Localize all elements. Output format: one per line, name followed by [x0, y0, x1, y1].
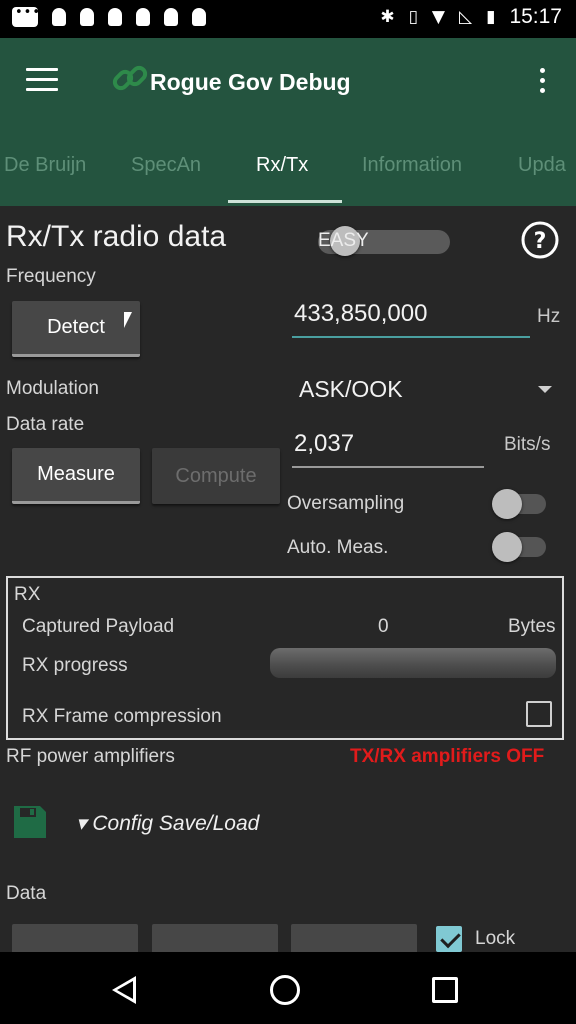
frequency-input-underline	[292, 336, 530, 338]
data-button-3[interactable]	[291, 924, 417, 952]
lock-notification-icon	[164, 8, 178, 26]
lock-notification-icon	[136, 8, 150, 26]
rx-tx-panel: Rx/Tx radio data EASY ? Frequency Detect…	[0, 206, 576, 952]
rf-amplifiers-status: TX/RX amplifiers OFF	[350, 746, 545, 767]
data-rate-input-underline	[292, 466, 484, 468]
tab-indicator	[228, 200, 342, 203]
battery-icon: ▮	[486, 7, 496, 27]
frequency-input[interactable]: 433,850,000	[294, 300, 427, 328]
wifi-icon: ▼	[431, 7, 445, 27]
back-icon[interactable]	[112, 976, 136, 1004]
data-button-2[interactable]	[152, 924, 278, 952]
mouse-pointer-icon	[124, 312, 132, 328]
page-title: Rx/Tx radio data	[6, 220, 227, 253]
data-button-1[interactable]	[12, 924, 138, 952]
overflow-menu-icon[interactable]	[540, 68, 546, 98]
lock-label: Lock	[475, 928, 516, 949]
status-bar: ✱ ▯ ▼ ◺ ▮ 15:17	[0, 0, 576, 38]
rx-frame-compression-checkbox[interactable]	[526, 701, 552, 727]
lock-checkbox[interactable]	[436, 926, 462, 952]
config-save-load-toggle[interactable]: ▾ Config Save/Load	[76, 811, 259, 836]
rx-frame-compression-label: RX Frame compression	[22, 706, 222, 727]
captured-payload-value: 0	[378, 616, 389, 637]
modulation-dropdown-arrow-icon[interactable]	[538, 386, 552, 393]
easy-switch-label: EASY	[318, 230, 369, 251]
lock-notification-icon	[108, 8, 122, 26]
app-logo-icon	[112, 65, 148, 91]
tab-de-bruijn[interactable]: De Bruijn	[4, 154, 86, 177]
tab-information[interactable]: Information	[362, 154, 462, 177]
tab-rx-tx[interactable]: Rx/Tx	[256, 154, 308, 177]
frequency-label: Frequency	[6, 266, 96, 287]
vibrate-icon: ▯	[408, 7, 418, 27]
data-section-label: Data	[6, 883, 47, 904]
modulation-label: Modulation	[6, 378, 99, 399]
data-rate-label: Data rate	[6, 414, 85, 435]
home-icon[interactable]	[270, 975, 300, 1005]
captured-payload-unit: Bytes	[508, 616, 556, 637]
data-rate-unit: Bits/s	[504, 434, 551, 455]
captured-payload-label: Captured Payload	[22, 616, 175, 637]
hamburger-menu-icon[interactable]	[26, 68, 58, 92]
recent-apps-icon[interactable]	[432, 977, 458, 1003]
modulation-select[interactable]: ASK/OOK	[299, 376, 403, 403]
rx-section: RX Captured Payload 0 Bytes RX progress …	[6, 576, 564, 740]
oversampling-switch-thumb	[492, 489, 522, 519]
lock-notification-icon	[80, 8, 94, 26]
rx-section-label: RX	[14, 584, 41, 605]
navigation-bar	[0, 952, 576, 1024]
save-floppy-icon[interactable]	[12, 804, 48, 840]
no-signal-icon: ◺	[459, 7, 473, 27]
app-title: Rogue Gov Debug	[150, 69, 351, 95]
svg-text:?: ?	[534, 229, 547, 254]
rx-progress-label: RX progress	[22, 655, 128, 676]
tab-update[interactable]: Upda	[518, 154, 566, 177]
rx-progress-bar	[270, 648, 556, 678]
measure-button[interactable]: Measure	[12, 448, 140, 504]
tab-specan[interactable]: SpecAn	[131, 154, 201, 177]
auto-meas-switch-thumb	[492, 532, 522, 562]
compute-button[interactable]: Compute	[152, 448, 280, 504]
auto-meas-label: Auto. Meas.	[287, 537, 389, 558]
help-icon[interactable]: ?	[520, 220, 560, 260]
bluetooth-icon: ✱	[380, 7, 395, 27]
rf-power-amplifiers-label: RF power amplifiers	[6, 746, 175, 767]
data-rate-input[interactable]: 2,037	[294, 430, 354, 458]
tab-bar: De Bruijn SpecAn Rx/Tx Information Upda	[0, 128, 576, 206]
frequency-unit: Hz	[537, 306, 561, 327]
lock-notification-icon	[192, 8, 206, 26]
status-time: 15:17	[509, 5, 562, 28]
detect-button[interactable]: Detect	[12, 301, 140, 357]
app-bar: Rogue Gov Debug	[0, 38, 576, 128]
lock-notification-icon	[52, 8, 66, 26]
oversampling-label: Oversampling	[287, 493, 405, 514]
message-notification-icon	[12, 5, 41, 27]
